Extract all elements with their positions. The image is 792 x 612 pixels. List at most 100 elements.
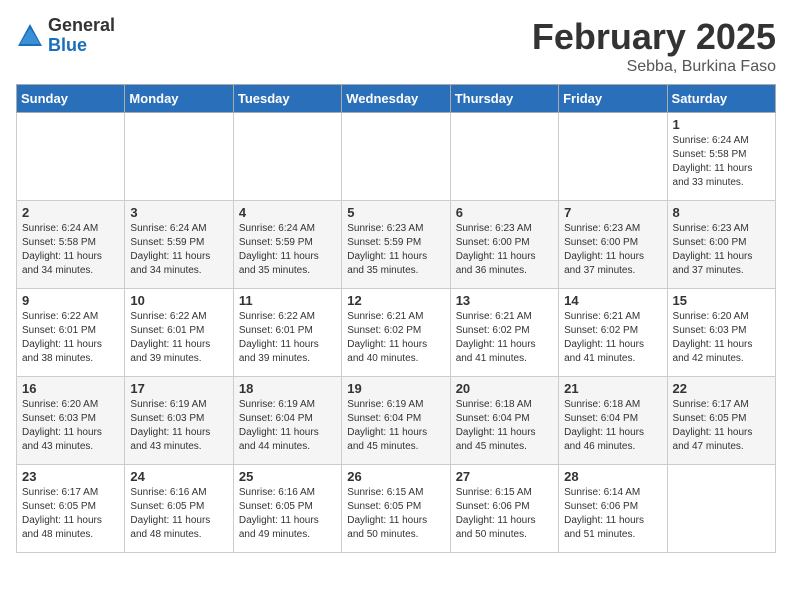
calendar-cell <box>450 113 558 201</box>
day-number: 17 <box>130 381 227 396</box>
day-number: 3 <box>130 205 227 220</box>
day-info: Sunrise: 6:22 AM Sunset: 6:01 PM Dayligh… <box>130 310 227 366</box>
day-number: 4 <box>239 205 336 220</box>
title-block: February 2025 Sebba, Burkina Faso <box>532 16 776 76</box>
day-info: Sunrise: 6:19 AM Sunset: 6:03 PM Dayligh… <box>130 398 227 454</box>
day-number: 6 <box>456 205 553 220</box>
day-number: 22 <box>673 381 770 396</box>
calendar-cell: 24 Sunrise: 6:16 AM Sunset: 6:05 PM Dayli… <box>125 465 233 553</box>
calendar-cell: 4 Sunrise: 6:24 AM Sunset: 5:59 PM Daylig… <box>233 201 341 289</box>
calendar-cell: 12Sunrise: 6:21 AM Sunset: 6:02 PM Dayli… <box>342 289 450 377</box>
calendar-header-saturday: Saturday <box>667 85 775 113</box>
day-info: Sunrise: 6:20 AM Sunset: 6:03 PM Dayligh… <box>22 398 119 454</box>
calendar-cell <box>667 465 775 553</box>
calendar-cell: 28 Sunrise: 6:14 AM Sunset: 6:06 PM Dayli… <box>559 465 667 553</box>
calendar-cell: 18 Sunrise: 6:19 AM Sunset: 6:04 PM Dayli… <box>233 377 341 465</box>
day-number: 15 <box>673 293 770 308</box>
day-number: 27 <box>456 469 553 484</box>
day-number: 25 <box>239 469 336 484</box>
day-info: Sunrise: 6:18 AM Sunset: 6:04 PM Dayligh… <box>456 398 553 454</box>
day-number: 20 <box>456 381 553 396</box>
day-number: 5 <box>347 205 444 220</box>
day-info: Sunrise: 6:23 AM Sunset: 6:00 PM Dayligh… <box>673 222 770 278</box>
calendar-cell: 16 Sunrise: 6:20 AM Sunset: 6:03 PM Dayli… <box>17 377 125 465</box>
calendar-cell: 8Sunrise: 6:23 AM Sunset: 6:00 PM Daylig… <box>667 201 775 289</box>
calendar-table: SundayMondayTuesdayWednesdayThursdayFrid… <box>16 84 776 553</box>
day-number: 21 <box>564 381 661 396</box>
location-subtitle: Sebba, Burkina Faso <box>532 58 776 76</box>
calendar-cell: 3 Sunrise: 6:24 AM Sunset: 5:59 PM Daylig… <box>125 201 233 289</box>
day-info: Sunrise: 6:24 AM Sunset: 5:59 PM Dayligh… <box>130 222 227 278</box>
logo-icon <box>16 22 44 50</box>
calendar-cell: 23 Sunrise: 6:17 AM Sunset: 6:05 PM Dayli… <box>17 465 125 553</box>
day-info: Sunrise: 6:23 AM Sunset: 6:00 PM Dayligh… <box>456 222 553 278</box>
calendar-cell: 15Sunrise: 6:20 AM Sunset: 6:03 PM Dayli… <box>667 289 775 377</box>
day-number: 13 <box>456 293 553 308</box>
calendar-cell: 2Sunrise: 6:24 AM Sunset: 5:58 PM Daylig… <box>17 201 125 289</box>
day-info: Sunrise: 6:19 AM Sunset: 6:04 PM Dayligh… <box>239 398 336 454</box>
calendar-cell <box>559 113 667 201</box>
page-header: General Blue February 2025 Sebba, Burkin… <box>16 16 776 76</box>
day-number: 28 <box>564 469 661 484</box>
day-info: Sunrise: 6:23 AM Sunset: 6:00 PM Dayligh… <box>564 222 661 278</box>
day-info: Sunrise: 6:17 AM Sunset: 6:05 PM Dayligh… <box>22 486 119 542</box>
day-info: Sunrise: 6:19 AM Sunset: 6:04 PM Dayligh… <box>347 398 444 454</box>
calendar-cell: 26 Sunrise: 6:15 AM Sunset: 6:05 PM Dayli… <box>342 465 450 553</box>
day-info: Sunrise: 6:15 AM Sunset: 6:06 PM Dayligh… <box>456 486 553 542</box>
calendar-header-wednesday: Wednesday <box>342 85 450 113</box>
calendar-cell <box>17 113 125 201</box>
day-number: 1 <box>673 117 770 132</box>
calendar-cell: 27 Sunrise: 6:15 AM Sunset: 6:06 PM Dayli… <box>450 465 558 553</box>
day-number: 24 <box>130 469 227 484</box>
calendar-header-sunday: Sunday <box>17 85 125 113</box>
day-number: 19 <box>347 381 444 396</box>
day-number: 9 <box>22 293 119 308</box>
calendar-week-1: 1 Sunrise: 6:24 AM Sunset: 5:58 PM Daylig… <box>17 113 776 201</box>
day-info: Sunrise: 6:21 AM Sunset: 6:02 PM Dayligh… <box>456 310 553 366</box>
calendar-week-4: 16 Sunrise: 6:20 AM Sunset: 6:03 PM Dayli… <box>17 377 776 465</box>
day-info: Sunrise: 6:23 AM Sunset: 5:59 PM Dayligh… <box>347 222 444 278</box>
day-info: Sunrise: 6:16 AM Sunset: 6:05 PM Dayligh… <box>239 486 336 542</box>
calendar-cell: 22 Sunrise: 6:17 AM Sunset: 6:05 PM Dayli… <box>667 377 775 465</box>
day-info: Sunrise: 6:24 AM Sunset: 5:58 PM Dayligh… <box>673 134 770 190</box>
day-number: 10 <box>130 293 227 308</box>
calendar-cell <box>125 113 233 201</box>
calendar-cell: 20 Sunrise: 6:18 AM Sunset: 6:04 PM Dayli… <box>450 377 558 465</box>
day-info: Sunrise: 6:15 AM Sunset: 6:05 PM Dayligh… <box>347 486 444 542</box>
calendar-cell: 19 Sunrise: 6:19 AM Sunset: 6:04 PM Dayli… <box>342 377 450 465</box>
day-number: 12 <box>347 293 444 308</box>
calendar-header-thursday: Thursday <box>450 85 558 113</box>
day-info: Sunrise: 6:21 AM Sunset: 6:02 PM Dayligh… <box>564 310 661 366</box>
calendar-cell: 17 Sunrise: 6:19 AM Sunset: 6:03 PM Dayli… <box>125 377 233 465</box>
logo-blue-text: Blue <box>48 36 115 56</box>
day-info: Sunrise: 6:16 AM Sunset: 6:05 PM Dayligh… <box>130 486 227 542</box>
calendar-header-tuesday: Tuesday <box>233 85 341 113</box>
calendar-cell: 11 Sunrise: 6:22 AM Sunset: 6:01 PM Dayli… <box>233 289 341 377</box>
calendar-cell: 9Sunrise: 6:22 AM Sunset: 6:01 PM Daylig… <box>17 289 125 377</box>
day-info: Sunrise: 6:17 AM Sunset: 6:05 PM Dayligh… <box>673 398 770 454</box>
day-number: 11 <box>239 293 336 308</box>
day-number: 2 <box>22 205 119 220</box>
month-title: February 2025 <box>532 16 776 58</box>
day-info: Sunrise: 6:14 AM Sunset: 6:06 PM Dayligh… <box>564 486 661 542</box>
calendar-week-2: 2Sunrise: 6:24 AM Sunset: 5:58 PM Daylig… <box>17 201 776 289</box>
calendar-header-row: SundayMondayTuesdayWednesdayThursdayFrid… <box>17 85 776 113</box>
calendar-cell: 1 Sunrise: 6:24 AM Sunset: 5:58 PM Daylig… <box>667 113 775 201</box>
calendar-cell: 21Sunrise: 6:18 AM Sunset: 6:04 PM Dayli… <box>559 377 667 465</box>
day-number: 23 <box>22 469 119 484</box>
day-number: 26 <box>347 469 444 484</box>
calendar-week-5: 23 Sunrise: 6:17 AM Sunset: 6:05 PM Dayli… <box>17 465 776 553</box>
day-info: Sunrise: 6:24 AM Sunset: 5:59 PM Dayligh… <box>239 222 336 278</box>
calendar-cell: 5 Sunrise: 6:23 AM Sunset: 5:59 PM Daylig… <box>342 201 450 289</box>
day-number: 7 <box>564 205 661 220</box>
calendar-cell <box>233 113 341 201</box>
calendar-header-monday: Monday <box>125 85 233 113</box>
calendar-cell: 25 Sunrise: 6:16 AM Sunset: 6:05 PM Dayli… <box>233 465 341 553</box>
day-info: Sunrise: 6:22 AM Sunset: 6:01 PM Dayligh… <box>239 310 336 366</box>
calendar-cell: 14 Sunrise: 6:21 AM Sunset: 6:02 PM Dayli… <box>559 289 667 377</box>
day-number: 16 <box>22 381 119 396</box>
calendar-cell: 13 Sunrise: 6:21 AM Sunset: 6:02 PM Dayli… <box>450 289 558 377</box>
calendar-header-friday: Friday <box>559 85 667 113</box>
day-number: 14 <box>564 293 661 308</box>
day-number: 18 <box>239 381 336 396</box>
